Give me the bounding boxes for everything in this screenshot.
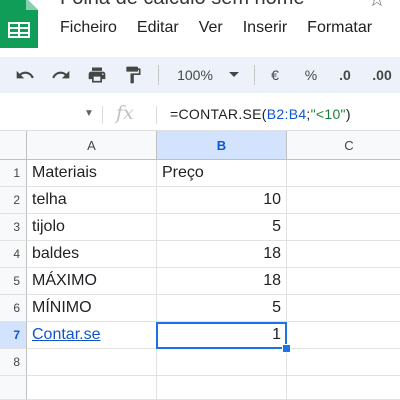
fx-icon: fx	[116, 102, 134, 124]
decrease-decimals-button[interactable]: .0	[330, 57, 360, 93]
row-header-9[interactable]	[0, 376, 27, 400]
row-header-3[interactable]: 3	[0, 214, 27, 241]
cell-b2[interactable]: 10	[157, 187, 287, 214]
column-header-c[interactable]: C	[287, 131, 400, 160]
currency-format-button[interactable]: €	[262, 57, 288, 93]
cell-a8[interactable]	[27, 349, 157, 376]
increase-decimals-button[interactable]: .00	[366, 57, 398, 93]
formula-input[interactable]: =CONTAR.SE(B2:B4;"<10")	[170, 106, 351, 122]
cell-b4[interactable]: 18	[157, 241, 287, 268]
formula-suffix: )	[345, 106, 351, 122]
cell-b3[interactable]: 5	[157, 214, 287, 241]
menu-bar: Ficheiro Editar Ver Inserir Formatar	[60, 19, 372, 41]
name-box-dropdown-icon[interactable]: ▼	[84, 108, 94, 119]
row-header-8[interactable]: 8	[0, 349, 27, 376]
increase-decimals-label: .00	[372, 67, 392, 83]
decrease-decimals-label: .0	[339, 67, 351, 83]
zoom-select[interactable]: 100%	[170, 57, 220, 93]
fill-handle[interactable]	[282, 344, 291, 353]
cell-a5[interactable]: MÁXIMO	[27, 268, 157, 295]
cell-a2[interactable]: telha	[27, 187, 157, 214]
column-header-a[interactable]: A	[27, 131, 157, 160]
cell-c9[interactable]	[287, 376, 400, 400]
cell-a9[interactable]	[27, 376, 157, 400]
redo-icon[interactable]	[46, 57, 76, 93]
row-header-1[interactable]: 1	[0, 160, 27, 187]
formula-bar-divider	[102, 106, 103, 124]
zoom-dropdown-icon[interactable]	[222, 57, 246, 93]
row-header-4[interactable]: 4	[0, 241, 27, 268]
row-header-6[interactable]: 6	[0, 295, 27, 322]
toolbar-divider	[158, 65, 159, 85]
undo-icon[interactable]	[10, 57, 40, 93]
menu-format[interactable]: Formatar	[307, 19, 372, 41]
cell-a4[interactable]: baldes	[27, 241, 157, 268]
cell-c7[interactable]	[287, 322, 400, 349]
row-header-7[interactable]: 7	[0, 322, 27, 349]
row-header-5[interactable]: 5	[0, 268, 27, 295]
star-icon[interactable]: ☆	[368, 0, 386, 12]
cell-a6[interactable]: MÍNIMO	[27, 295, 157, 322]
menu-file[interactable]: Ficheiro	[60, 19, 117, 41]
cell-c5[interactable]	[287, 268, 400, 295]
paint-format-icon[interactable]	[118, 57, 148, 93]
cell-c6[interactable]	[287, 295, 400, 322]
cell-b7-active[interactable]: 1	[157, 322, 287, 349]
select-all-corner[interactable]	[0, 131, 27, 160]
formula-range-ref: B2:B4	[266, 106, 307, 122]
cell-c8[interactable]	[287, 349, 400, 376]
cell-b9[interactable]	[157, 376, 287, 400]
sheets-logo-icon[interactable]	[0, 0, 40, 50]
cell-b6[interactable]: 5	[157, 295, 287, 322]
cell-a3[interactable]: tijolo	[27, 214, 157, 241]
cell-c2[interactable]	[287, 187, 400, 214]
spreadsheet-grid: A B C 1 Materiais Preço 2 telha 10 3 tij…	[0, 131, 400, 400]
name-box[interactable]: ▼	[0, 100, 100, 130]
toolbar: 100% € % .0 .00	[0, 57, 400, 93]
formula-bar: ▼ fx =CONTAR.SE(B2:B4;"<10")	[0, 100, 400, 131]
formula-bar-divider	[156, 106, 157, 124]
cell-a1[interactable]: Materiais	[27, 160, 157, 187]
formula-prefix: =CONTAR.SE(	[170, 106, 267, 122]
formula-criteria: "<10"	[310, 106, 346, 122]
cell-b1[interactable]: Preço	[157, 160, 287, 187]
percent-format-button[interactable]: %	[298, 57, 324, 93]
cell-c3[interactable]	[287, 214, 400, 241]
cell-b8[interactable]	[157, 349, 287, 376]
column-header-b[interactable]: B	[157, 131, 287, 160]
print-icon[interactable]	[82, 57, 112, 93]
toolbar-divider	[254, 65, 255, 85]
menu-view[interactable]: Ver	[199, 19, 223, 41]
cell-a7-link[interactable]: Contar.se	[27, 322, 157, 349]
cell-c1[interactable]	[287, 160, 400, 187]
row-header-2[interactable]: 2	[0, 187, 27, 214]
menu-edit[interactable]: Editar	[137, 19, 179, 41]
cell-b5[interactable]: 18	[157, 268, 287, 295]
cell-c4[interactable]	[287, 241, 400, 268]
menu-insert[interactable]: Inserir	[243, 19, 287, 41]
document-title[interactable]: Folha de cálculo sem nome	[60, 0, 305, 10]
